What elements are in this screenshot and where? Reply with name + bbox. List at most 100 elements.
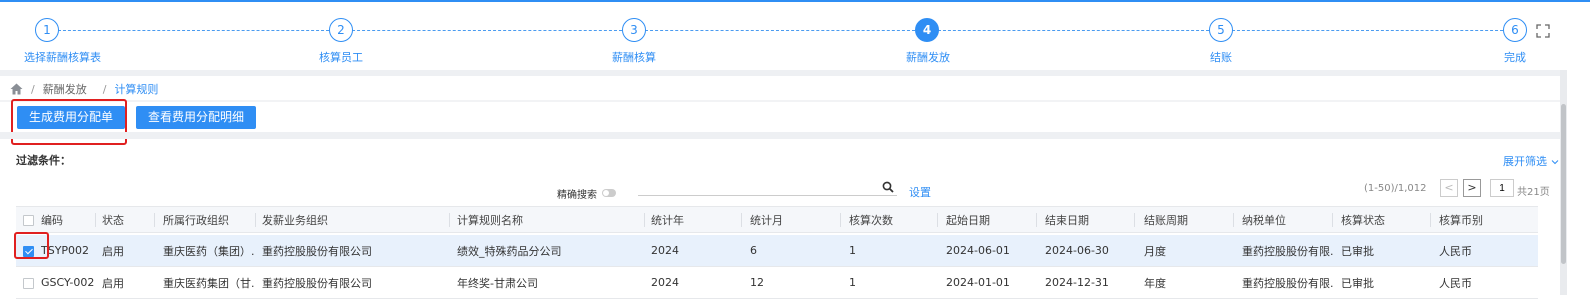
column-divider[interactable] [1233,213,1234,227]
column-divider[interactable] [644,213,645,227]
column-header-closing-period[interactable]: 结账周期 [1144,207,1224,232]
cell-end-date: 2024-12-31 [1045,276,1109,289]
column-divider[interactable] [255,213,256,227]
step-connector [938,30,1209,31]
cell-rule-name: 年终奖-甘肃公司 [457,276,538,290]
column-divider[interactable] [1430,213,1431,227]
prev-page-button[interactable]: < [1440,179,1458,197]
row-checkbox[interactable] [23,278,34,289]
expand-filter-link[interactable]: 展开筛选 [1503,153,1559,169]
select-all-checkbox[interactable] [23,215,34,226]
page-total: 共21页 [1517,187,1550,198]
column-header-rule-name[interactable]: 计算规则名称 [457,207,637,232]
step-4-label[interactable]: 薪酬发放 [906,49,950,65]
step-3-label[interactable]: 薪酬核算 [612,49,656,65]
cell-admin-org: 重庆医药（集团）... [163,244,255,258]
table-row[interactable]: GSCY-002 启用 重庆医药集团（甘... 重药控股股份有限公司 年终奖-甘… [16,267,1538,299]
step-connector [1232,30,1503,31]
page-number-input[interactable] [1490,179,1514,197]
cell-closing-period: 年度 [1144,276,1166,290]
highlight-annotation [14,232,49,259]
cell-payroll-org: 重药控股股份有限公司 [262,276,372,290]
cell-currency: 人民币 [1439,276,1472,290]
cell-status: 启用 [102,276,124,290]
column-header-payroll-org[interactable]: 发薪业务组织 [262,207,442,232]
precise-search-toggle[interactable] [602,189,616,197]
column-divider[interactable] [95,213,96,227]
fullscreen-icon[interactable] [1536,24,1550,38]
step-2-circle[interactable]: 2 [329,18,353,42]
column-divider[interactable] [154,213,155,227]
column-divider[interactable] [1134,213,1135,227]
column-header-calc-status[interactable]: 核算状态 [1341,207,1421,232]
column-header-year[interactable]: 统计年 [651,207,731,232]
section-divider [0,70,1560,76]
cell-start-date: 2024-06-01 [946,244,1010,257]
step-6-circle[interactable]: 6 [1503,18,1527,42]
cell-code: GSCY-002 [41,276,95,289]
cell-end-date: 2024-06-30 [1045,244,1109,257]
section-divider [0,132,1560,139]
column-header-month[interactable]: 统计月 [750,207,830,232]
column-divider[interactable] [840,213,841,227]
breadcrumb-separator: / [102,82,107,96]
filter-title: 过滤条件： [16,154,71,167]
search-input[interactable] [638,181,897,196]
cell-closing-period: 月度 [1144,244,1166,258]
column-divider[interactable] [1332,213,1333,227]
cell-calc-status: 已审批 [1341,244,1374,258]
cell-month: 12 [750,276,764,289]
cell-month: 6 [750,244,757,257]
column-header-currency[interactable]: 核算币别 [1439,207,1519,232]
column-header-code[interactable]: 编码 [41,207,91,232]
column-divider[interactable] [937,213,938,227]
process-stepper: 1 2 3 4 5 6 选择薪酬核算表 核算员工 薪酬核算 薪酬发放 结账 完成 [0,2,1560,70]
table-header: 编码 状态 所属行政组织 发薪业务组织 计算规则名称 统计年 统计月 核算次数 … [16,206,1538,233]
cell-payroll-org: 重药控股股份有限公司 [262,244,372,258]
column-header-start-date[interactable]: 起始日期 [946,207,1026,232]
column-header-admin-org[interactable]: 所属行政组织 [163,207,253,232]
table-row[interactable]: TSYP002 启用 重庆医药（集团）... 重药控股股份有限公司 绩效_特殊药… [16,235,1538,267]
step-5-label[interactable]: 结账 [1210,49,1232,65]
cell-tax-unit: 重药控股股份有限... [1242,276,1334,290]
column-divider[interactable] [741,213,742,227]
search-icon[interactable] [882,181,894,193]
step-3-circle[interactable]: 3 [622,18,646,42]
step-5-circle[interactable]: 5 [1209,18,1233,42]
step-connector [352,30,622,31]
column-header-end-date[interactable]: 结束日期 [1045,207,1125,232]
cell-tax-unit: 重药控股股份有限... [1242,244,1334,258]
column-divider[interactable] [449,213,450,227]
settings-link[interactable]: 设置 [909,184,931,200]
cell-start-date: 2024-01-01 [946,276,1010,289]
breadcrumb-item-salary-payment[interactable]: 薪酬发放 [43,81,87,97]
scrollbar-thumb[interactable] [1561,104,1566,264]
home-icon[interactable] [10,83,23,95]
breadcrumb-separator: / [31,82,35,96]
expand-filter-label: 展开筛选 [1503,155,1547,168]
pager-range: (1-50)/1,012 [1364,183,1427,194]
column-header-calc-count[interactable]: 核算次数 [849,207,929,232]
step-connector [645,30,915,31]
step-2-label[interactable]: 核算员工 [319,49,363,65]
breadcrumb-item-calc-rule: 计算规则 [114,83,159,96]
cell-rule-name: 绩效_特殊药品分公司 [457,244,562,258]
column-header-tax-unit[interactable]: 纳税单位 [1242,207,1332,232]
step-1-circle[interactable]: 1 [35,18,59,42]
cell-admin-org: 重庆医药集团（甘... [163,276,255,290]
column-divider[interactable] [1036,213,1037,227]
cell-year: 2024 [651,276,679,289]
step-6-label[interactable]: 完成 [1504,49,1526,65]
next-page-button[interactable]: > [1463,179,1481,197]
cell-calc-count: 1 [849,244,856,257]
cell-calc-count: 1 [849,276,856,289]
breadcrumb: / 薪酬发放 / 计算规则 [10,82,158,96]
chevron-down-icon [1551,160,1558,165]
cell-year: 2024 [651,244,679,257]
precise-search-label: 精确搜索 [557,190,597,201]
step-1-label[interactable]: 选择薪酬核算表 [24,49,101,65]
column-header-status[interactable]: 状态 [102,207,152,232]
cell-currency: 人民币 [1439,244,1472,258]
step-4-circle[interactable]: 4 [915,18,939,42]
view-cost-allocation-detail-button[interactable]: 查看费用分配明细 [136,106,257,129]
